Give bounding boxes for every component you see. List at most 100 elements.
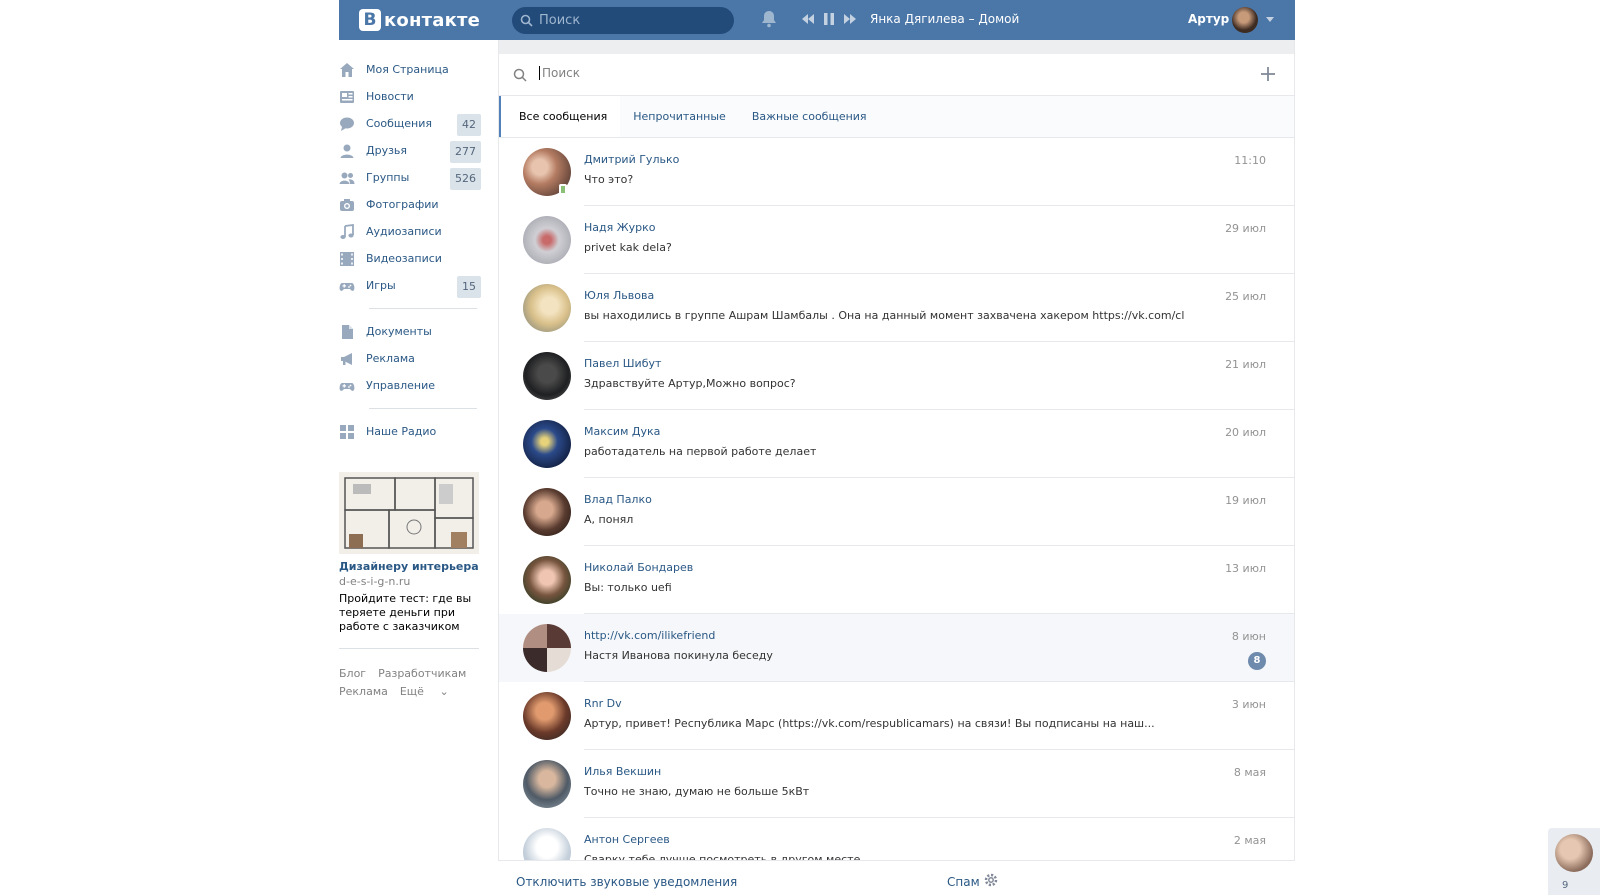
top-search-input[interactable] (539, 13, 719, 28)
previous-track-icon[interactable] (801, 13, 815, 25)
sidebar-item-camera[interactable]: Фотографии (339, 191, 481, 218)
ad-text[interactable]: Пройдите тест: где вы теряете деньги при… (339, 592, 479, 634)
spam-link[interactable]: Спам (947, 875, 980, 889)
tab-important[interactable]: Важные сообщения (739, 96, 880, 137)
new-message-plus-icon[interactable] (1260, 66, 1276, 82)
left-sidebar: Моя Страница Новости Сообщения 42 Друзья 277 Г… (339, 56, 481, 445)
sidebar-item-gamepad[interactable]: Управление (339, 372, 481, 399)
sidebar-item-gamepad[interactable]: Игры 15 (339, 272, 481, 299)
dialog-name[interactable]: Надя Журко (584, 221, 655, 234)
dialog-name[interactable]: Rnr Dv (584, 697, 622, 710)
footer-link-ads[interactable]: Реклама (339, 683, 388, 701)
sidebar-item-megaphone[interactable]: Реклама (339, 345, 481, 372)
sidebar-item-label: Новости (366, 90, 414, 103)
sidebar-item-app-grid[interactable]: Наше Радио (339, 418, 481, 445)
sidebar-item-label: Наше Радио (366, 425, 437, 438)
footer-more-label: Ещё (399, 685, 424, 698)
search-icon (520, 14, 533, 27)
dialog-row[interactable]: Илья Векшин Точно не знаю, думаю не больш… (499, 750, 1294, 818)
next-track-icon[interactable] (843, 13, 857, 25)
avatar[interactable] (523, 760, 571, 808)
now-playing-track[interactable]: Янка Дягилева – Домой (870, 12, 1019, 26)
vk-logo[interactable]: В контакте (359, 9, 480, 31)
dialog-row[interactable]: Надя Журко privet kak dela? 29 июл (499, 206, 1294, 274)
tab-unread[interactable]: Непрочитанные (620, 96, 739, 137)
dialog-name[interactable]: Максим Дука (584, 425, 660, 438)
user-name[interactable]: Артур (1188, 12, 1229, 26)
tab-all-messages[interactable]: Все сообщения (499, 96, 621, 137)
dialog-date: 25 июл (1225, 290, 1266, 303)
dialog-name[interactable]: Николай Бондарев (584, 561, 693, 574)
ad-domain: d-e-s-i-g-n.ru (339, 575, 411, 588)
chat-widget[interactable]: 9 (1548, 828, 1600, 895)
sidebar-divider (369, 308, 477, 309)
sidebar-item-label: Аудиозаписи (366, 225, 442, 238)
chevron-down-icon[interactable] (1266, 17, 1274, 22)
avatar[interactable] (523, 420, 571, 468)
dialog-row[interactable]: Дмитрий Гулько Что это? 11:10 (499, 138, 1294, 206)
footer-link-more[interactable]: Ещё ⌄ (400, 683, 461, 701)
sidebar-item-chat-bubble[interactable]: Сообщения 42 (339, 110, 481, 137)
ad-divider (339, 648, 479, 649)
avatar[interactable] (523, 624, 571, 672)
dialog-name[interactable]: Дмитрий Гулько (584, 153, 679, 166)
avatar[interactable] (523, 216, 571, 264)
dialog-date: 8 мая (1233, 766, 1266, 779)
dialogs-search-input[interactable] (539, 66, 1239, 80)
ad-image-floorplan[interactable] (339, 472, 479, 554)
sidebar-item-news[interactable]: Новости (339, 83, 481, 110)
sidebar-item-music-note[interactable]: Аудиозаписи (339, 218, 481, 245)
ad-title[interactable]: Дизайнеру интерьера (339, 560, 479, 573)
dialog-row[interactable]: Юля Львова вы находились в группе Ашрам Ш… (499, 274, 1294, 342)
app-grid-icon (339, 424, 355, 440)
chat-bubble-icon (339, 116, 355, 132)
sidebar-item-label: Сообщения (366, 117, 433, 130)
dialog-name[interactable]: Влад Палко (584, 493, 652, 506)
dialog-date: 19 июл (1225, 494, 1266, 507)
dialog-row[interactable]: Rnr Dv Артур, привет! Республика Марс (ht… (499, 682, 1294, 750)
dialog-row[interactable]: Максим Дука работадатель на первой работе… (499, 410, 1294, 478)
dialog-name[interactable]: Юля Львова (584, 289, 654, 302)
dialog-name[interactable]: Павел Шибут (584, 357, 661, 370)
avatar[interactable] (523, 488, 571, 536)
sidebar-item-label: Управление (366, 379, 436, 392)
dialog-name[interactable]: http://vk.com/ilikefriend (584, 629, 715, 642)
dialogs-list: Дмитрий Гулько Что это? 11:10 Надя Журко pri… (499, 138, 1294, 886)
panel-top-strip (499, 40, 1294, 54)
audio-player-controls (801, 12, 857, 26)
dialog-name[interactable]: Антон Сергеев (584, 833, 670, 846)
dialog-row[interactable]: Влад Палко А, понял 19 июл (499, 478, 1294, 546)
gamepad-icon (339, 278, 355, 294)
footer-link-developers[interactable]: Разработчикам (378, 665, 466, 683)
dialog-last-message: А, понял (584, 513, 634, 526)
dialog-row[interactable]: Николай Бондарев Вы: только uefi 13 июл (499, 546, 1294, 614)
megaphone-icon (339, 351, 355, 367)
dialogs-search-bar (499, 54, 1294, 96)
avatar[interactable] (523, 556, 571, 604)
top-search-box[interactable] (512, 7, 734, 34)
dialog-row[interactable]: http://vk.com/ilikefriend Настя Иванова п… (499, 614, 1294, 682)
chat-widget-avatar[interactable] (1555, 834, 1593, 872)
user-avatar[interactable] (1232, 7, 1258, 33)
avatar[interactable] (523, 692, 571, 740)
sidebar-item-film[interactable]: Видеозаписи (339, 245, 481, 272)
sidebar-item-label: Группы (366, 171, 410, 184)
disable-sound-link[interactable]: Отключить звуковые уведомления (516, 875, 737, 889)
sidebar-item-label: Документы (366, 325, 432, 338)
avatar[interactable] (523, 352, 571, 400)
footer-link-blog[interactable]: Блог (339, 665, 366, 683)
dialog-name[interactable]: Илья Векшин (584, 765, 661, 778)
dialog-row[interactable]: Павел Шибут Здравствуйте Артур,Можно вопр… (499, 342, 1294, 410)
pause-icon[interactable] (823, 12, 835, 26)
dialog-date: 11:10 (1234, 154, 1266, 167)
sidebar-item-count: 42 (457, 114, 481, 136)
sidebar-item-home[interactable]: Моя Страница (339, 56, 481, 83)
sidebar-item-people[interactable]: Группы 526 (339, 164, 481, 191)
sidebar-item-person[interactable]: Друзья 277 (339, 137, 481, 164)
notifications-bell-icon[interactable] (761, 10, 777, 28)
sidebar-item-label: Реклама (366, 352, 415, 365)
gear-icon[interactable] (983, 872, 999, 888)
dialog-last-message: Здравствуйте Артур,Можно вопрос? (584, 377, 796, 390)
sidebar-item-document[interactable]: Документы (339, 318, 481, 345)
avatar[interactable] (523, 284, 571, 332)
